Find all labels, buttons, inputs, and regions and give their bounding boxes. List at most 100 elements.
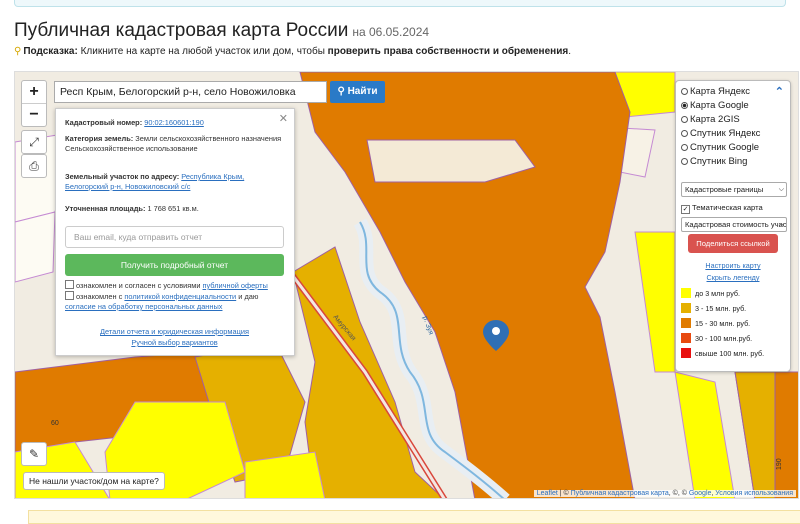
layer-yandex-satellite[interactable]: Спутник Яндекс xyxy=(681,127,760,140)
map-area[interactable]: 60 190 Амурская р. Зуя + − ⤢ ⎙ ✎ ⚲ Найти… xyxy=(14,71,799,499)
map-label-60: 60 xyxy=(51,420,59,427)
privacy-text: ознакомлен с xyxy=(76,292,125,301)
not-found-button[interactable]: Не нашли участок/дом на карте? xyxy=(23,472,165,490)
offer-checkbox[interactable] xyxy=(65,280,74,289)
privacy-text-2: и даю xyxy=(236,292,259,301)
hint-end: . xyxy=(568,46,571,57)
offer-link[interactable]: публичной оферты xyxy=(203,281,268,290)
chevron-down-icon: ⌵ xyxy=(778,221,784,228)
offer-text: ознакомлен и согласен с условиями xyxy=(76,281,203,290)
privacy-checkbox[interactable] xyxy=(65,291,74,300)
chevron-down-icon: ⌵ xyxy=(778,186,784,193)
radio-yandex-satellite[interactable] xyxy=(681,130,688,137)
map-attribution: Leaflet | © Публичная кадастровая карта,… xyxy=(533,490,796,497)
layer-google-satellite[interactable]: Спутник Google xyxy=(681,141,759,154)
legend-label: 30 - 100 млн.руб. xyxy=(695,334,753,343)
attribution-text: , ©, © xyxy=(668,490,689,497)
legend-item: свыше 100 млн. руб. xyxy=(681,348,764,360)
hint-text: Кликните на карте на любой участок или д… xyxy=(77,46,328,57)
thematic-checkbox[interactable]: ✓ xyxy=(681,205,690,214)
area-value: 1 768 651 кв.м. xyxy=(147,204,199,213)
print-button[interactable]: ⎙ xyxy=(21,154,47,178)
hide-legend-link[interactable]: Скрыть легенду xyxy=(707,273,760,282)
radio-google-map[interactable] xyxy=(681,102,688,109)
privacy-link[interactable]: политикой конфиденциальности xyxy=(124,292,236,301)
layers-panel: ⌃ Карта Яндекс Карта Google Карта 2GIS С… xyxy=(675,80,791,372)
address-label: Земельный участок по адресу: xyxy=(65,172,180,181)
layer-2gis-map[interactable]: Карта 2GIS xyxy=(681,113,740,126)
details-link[interactable]: Детали отчета и юридическая информация xyxy=(100,327,249,336)
thematic-select-value: Кадастровая стоимость участков xyxy=(685,220,787,229)
legend-swatch xyxy=(681,333,691,343)
address-search-input[interactable] xyxy=(54,81,327,103)
email-input[interactable]: Ваш email, куда отправить отчет xyxy=(65,226,284,248)
legend-label: свыше 100 млн. руб. xyxy=(695,349,765,358)
legend-swatch xyxy=(681,318,691,328)
layer-bing-satellite[interactable]: Спутник Bing xyxy=(681,155,747,168)
radio-yandex-map[interactable] xyxy=(681,88,688,95)
category-label: Категория земель: xyxy=(65,134,134,143)
pkk-link[interactable]: Публичная кадастровая карта xyxy=(571,490,669,497)
layer-label: Спутник Bing xyxy=(690,156,748,167)
ruler-icon: ✎ xyxy=(28,447,40,461)
parcel-popup: ✕ Кадастровый номер: 90:02:160601:190 Ка… xyxy=(55,108,295,356)
printer-icon: ⎙ xyxy=(29,159,39,173)
get-report-button[interactable]: Получить подробный отчет xyxy=(65,254,284,276)
manual-choice-link[interactable]: Ручной выбор вариантов xyxy=(131,338,217,347)
area-row: Уточненная площадь: 1 768 651 кв.м. xyxy=(65,204,284,214)
layer-label: Карта 2GIS xyxy=(690,114,740,125)
find-button[interactable]: ⚲ Найти xyxy=(330,81,385,103)
layer-label: Карта Google xyxy=(690,100,749,111)
fullscreen-button[interactable]: ⤢ xyxy=(21,130,47,154)
category-row: Категория земель: Земли сельскохозяйстве… xyxy=(65,134,284,154)
cadastral-number-link[interactable]: 90:02:160601:190 xyxy=(144,118,204,127)
hide-legend-row: Скрыть легенду xyxy=(676,271,790,284)
expand-icon: ⤢ xyxy=(29,135,39,149)
google-link[interactable]: Google xyxy=(689,490,712,497)
thematic-label: Тематическая карта xyxy=(692,203,763,212)
legend-item: 15 - 30 млн. руб. xyxy=(681,318,750,330)
layer-label: Спутник Яндекс xyxy=(690,128,761,139)
zoom-control: + − xyxy=(21,80,47,127)
radio-bing-satellite[interactable] xyxy=(681,158,688,165)
zoom-in-button[interactable]: + xyxy=(22,81,46,103)
setup-map-link[interactable]: Настроить карту xyxy=(705,261,760,270)
share-link-button[interactable]: Поделиться ссылкой xyxy=(688,234,778,253)
thematic-select[interactable]: Кадастровая стоимость участков⌵ xyxy=(681,217,787,232)
consent-link[interactable]: согласие на обработку персональных данны… xyxy=(65,302,222,311)
manual-row: Ручной выбор вариантов xyxy=(65,338,284,348)
radio-2gis-map[interactable] xyxy=(681,116,688,123)
layer-google-map[interactable]: Карта Google xyxy=(681,99,749,112)
hint-label: Подсказка: xyxy=(23,46,78,57)
hint-line: ⚲ Подсказка: Кликните на карте на любой у… xyxy=(14,46,571,57)
page-title: Публичная кадастровая карта России на 06.… xyxy=(14,20,429,42)
legend-swatch xyxy=(681,288,691,298)
bottom-notice-panel xyxy=(28,510,800,524)
details-row: Детали отчета и юридическая информация xyxy=(65,327,284,337)
legend-swatch xyxy=(681,303,691,313)
use-value: Сельскохозяйственное использование xyxy=(65,144,198,153)
cadastral-row: Кадастровый номер: 90:02:160601:190 xyxy=(65,118,284,128)
thematic-toggle[interactable]: ✓ Тематическая карта xyxy=(681,201,763,214)
area-label: Уточненная площадь: xyxy=(65,204,146,213)
ruler-button[interactable]: ✎ xyxy=(21,442,47,466)
leaflet-link[interactable]: Leaflet xyxy=(537,490,558,497)
layer-label: Спутник Google xyxy=(690,142,760,153)
search-icon: ⚲ xyxy=(337,86,345,97)
page-title-text: Публичная кадастровая карта России xyxy=(14,20,349,41)
map-label-190: 190 xyxy=(776,458,783,470)
overlay-select[interactable]: Кадастровые границы ⌵ xyxy=(681,182,787,197)
terms-link[interactable]: Условия использования xyxy=(715,490,793,497)
page-date: на 06.05.2024 xyxy=(352,25,430,39)
attribution-text: | © xyxy=(557,490,571,497)
legend-item: 3 - 15 млн. руб. xyxy=(681,303,746,315)
legend-swatch xyxy=(681,348,691,358)
radio-google-satellite[interactable] xyxy=(681,144,688,151)
layer-yandex-map[interactable]: Карта Яндекс xyxy=(681,85,750,98)
layer-label: Карта Яндекс xyxy=(690,86,751,97)
top-info-bar xyxy=(14,0,786,7)
cadastral-label: Кадастровый номер: xyxy=(65,118,143,127)
chevron-up-icon[interactable]: ⌃ xyxy=(775,85,784,98)
zoom-out-button[interactable]: − xyxy=(22,103,46,126)
legend-item: 30 - 100 млн.руб. xyxy=(681,333,752,345)
